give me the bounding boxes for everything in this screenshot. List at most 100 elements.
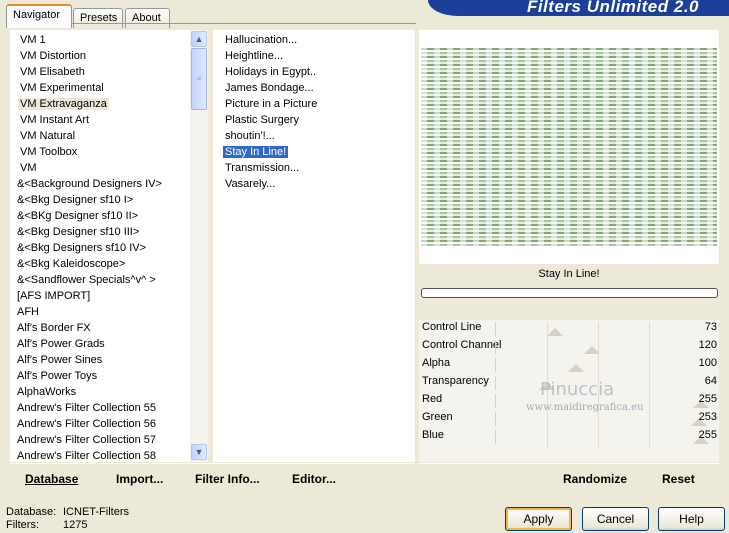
category-item-label: Andrew's Filter Collection 58: [17, 450, 157, 462]
filter-item[interactable]: Holidays in Egypt..: [223, 64, 318, 80]
category-item[interactable]: AlphaWorks: [15, 384, 78, 400]
category-item[interactable]: VM Natural: [18, 128, 77, 144]
category-item[interactable]: VM Experimental: [18, 80, 106, 96]
filter-item[interactable]: Plastic Surgery: [223, 112, 301, 128]
scroll-thumb[interactable]: ≡: [191, 48, 207, 110]
filter-item-label: Transmission...: [225, 162, 300, 174]
category-item-label: VM Experimental: [20, 82, 104, 94]
category-item-label: Alf's Power Grads: [17, 338, 105, 350]
category-item[interactable]: VM: [18, 160, 39, 176]
tab-navigator[interactable]: Navigator: [6, 4, 72, 28]
filter-item[interactable]: Heightline...: [223, 48, 285, 64]
slider-thumb[interactable]: [547, 328, 563, 336]
category-item[interactable]: VM Distortion: [18, 48, 88, 64]
category-item-label: &<Background Designers IV>: [17, 178, 162, 190]
editor-button[interactable]: Editor...: [292, 472, 336, 486]
watermark-site: www.maidiregrafica.eu: [526, 402, 644, 413]
preview-image: [421, 48, 717, 246]
category-item[interactable]: Andrew's Filter Collection 57: [15, 432, 158, 448]
filter-item[interactable]: Picture in a Picture: [223, 96, 319, 112]
status-database: Database: ICNET-Filters: [6, 506, 129, 518]
category-item-label: AFH: [17, 306, 39, 318]
slider-thumb[interactable]: [568, 364, 584, 372]
filter-item[interactable]: Vasarely...: [223, 176, 277, 192]
category-item[interactable]: &<Bkg Designer sf10 I>: [15, 192, 135, 208]
help-button[interactable]: Help: [658, 507, 725, 531]
category-list[interactable]: VM 1 VM Distortion VM Elisabeth VM Experime…: [10, 30, 190, 462]
category-item[interactable]: Andrew's Filter Collection 56: [15, 416, 158, 432]
slider-thumb[interactable]: [584, 346, 600, 354]
category-item[interactable]: [AFS IMPORT]: [15, 288, 92, 304]
param-name: Blue: [422, 429, 445, 441]
apply-button[interactable]: Apply: [505, 507, 572, 531]
param-slider[interactable]: [495, 340, 700, 358]
category-scrollbar[interactable]: ▲ ≡ ▼: [190, 30, 208, 462]
category-item-label: Alf's Border FX: [17, 322, 91, 334]
param-name: Transparency: [422, 375, 489, 387]
category-item[interactable]: VM Toolbox: [18, 144, 79, 160]
category-item[interactable]: Alf's Power Sines: [15, 352, 104, 368]
param-slider[interactable]: [495, 412, 707, 430]
tab-about[interactable]: About: [125, 8, 170, 28]
category-item[interactable]: &<BKg Designer sf10 II>: [15, 208, 140, 224]
category-item-label: VM Instant Art: [20, 114, 90, 126]
tab-presets[interactable]: Presets: [73, 8, 123, 28]
category-item[interactable]: VM Elisabeth: [18, 64, 87, 80]
category-item-label: VM 1: [20, 34, 46, 46]
param-value: 255: [698, 393, 717, 405]
navigator-action-bar: Database Import... Filter Info... Editor…: [10, 463, 415, 491]
banner-title: Filters Unlimited 2.0: [526, 0, 699, 16]
database-button[interactable]: Database: [25, 472, 78, 486]
filter-list[interactable]: Hallucination... Heightline... Holidays in…: [213, 30, 415, 462]
status-database-value: ICNET-Filters: [63, 506, 129, 518]
filter-item-label: Picture in a Picture: [225, 98, 318, 110]
category-item[interactable]: &<Bkg Kaleidoscope>: [15, 256, 127, 272]
category-item-label: VM: [20, 162, 37, 174]
filter-info-button[interactable]: Filter Info...: [195, 472, 260, 486]
category-item-label: Alf's Power Sines: [17, 354, 103, 366]
category-item[interactable]: Alf's Border FX: [15, 320, 93, 336]
category-item[interactable]: &<Sandflower Specials^v^ >: [15, 272, 158, 288]
category-item-label: Andrew's Filter Collection 55: [17, 402, 157, 414]
filter-item[interactable]: Transmission...: [223, 160, 301, 176]
param-slider[interactable]: [495, 430, 709, 448]
category-item-label: VM Distortion: [20, 50, 87, 62]
filter-item[interactable]: Stay In Line!: [223, 144, 289, 160]
category-item[interactable]: VM Instant Art: [18, 112, 91, 128]
category-item[interactable]: &<Background Designers IV>: [15, 176, 164, 192]
category-item[interactable]: Andrew's Filter Collection 55: [15, 400, 158, 416]
category-item-label: VM Toolbox: [20, 146, 78, 158]
scroll-up-button[interactable]: ▲: [191, 31, 207, 47]
category-item[interactable]: VM Extravaganza: [18, 96, 109, 112]
slider-gridline: [598, 430, 599, 448]
param-name: Control Line: [422, 321, 482, 333]
category-item[interactable]: &<Bkg Designers sf10 IV>: [15, 240, 148, 256]
cancel-button[interactable]: Cancel: [582, 507, 649, 531]
category-item[interactable]: &<Bkg Designer sf10 III>: [15, 224, 141, 240]
param-slider[interactable]: [495, 322, 700, 340]
category-item[interactable]: Andrew's Filter Collection 58: [15, 448, 158, 462]
category-item[interactable]: Alf's Power Grads: [15, 336, 107, 352]
scroll-down-button[interactable]: ▼: [191, 444, 207, 460]
param-row: Control Line 73: [419, 320, 719, 340]
filter-item-label: Vasarely...: [225, 178, 276, 190]
param-slider[interactable]: [495, 358, 700, 376]
param-value: 253: [698, 411, 717, 423]
current-filter-name: Stay In Line!: [538, 268, 600, 280]
param-row: Control Channel 120: [419, 338, 719, 358]
watermark-name: Pinuccia: [540, 379, 615, 400]
reset-button[interactable]: Reset: [662, 472, 695, 486]
filter-item[interactable]: Hallucination...: [223, 32, 299, 48]
randomize-button[interactable]: Randomize: [563, 472, 627, 486]
filter-item-label: James Bondage...: [225, 82, 314, 94]
status-filters-label: Filters:: [6, 519, 39, 531]
category-item-label: &<Bkg Designer sf10 I>: [17, 194, 134, 206]
category-item[interactable]: VM 1: [18, 32, 48, 48]
category-item[interactable]: Alf's Power Toys: [15, 368, 99, 384]
filter-item[interactable]: shoutin'!...: [223, 128, 277, 144]
category-item-label: VM Elisabeth: [20, 66, 85, 78]
import-button[interactable]: Import...: [116, 472, 163, 486]
category-item-label: VM Natural: [20, 130, 76, 142]
category-item[interactable]: AFH: [15, 304, 41, 320]
filter-item[interactable]: James Bondage...: [223, 80, 316, 96]
